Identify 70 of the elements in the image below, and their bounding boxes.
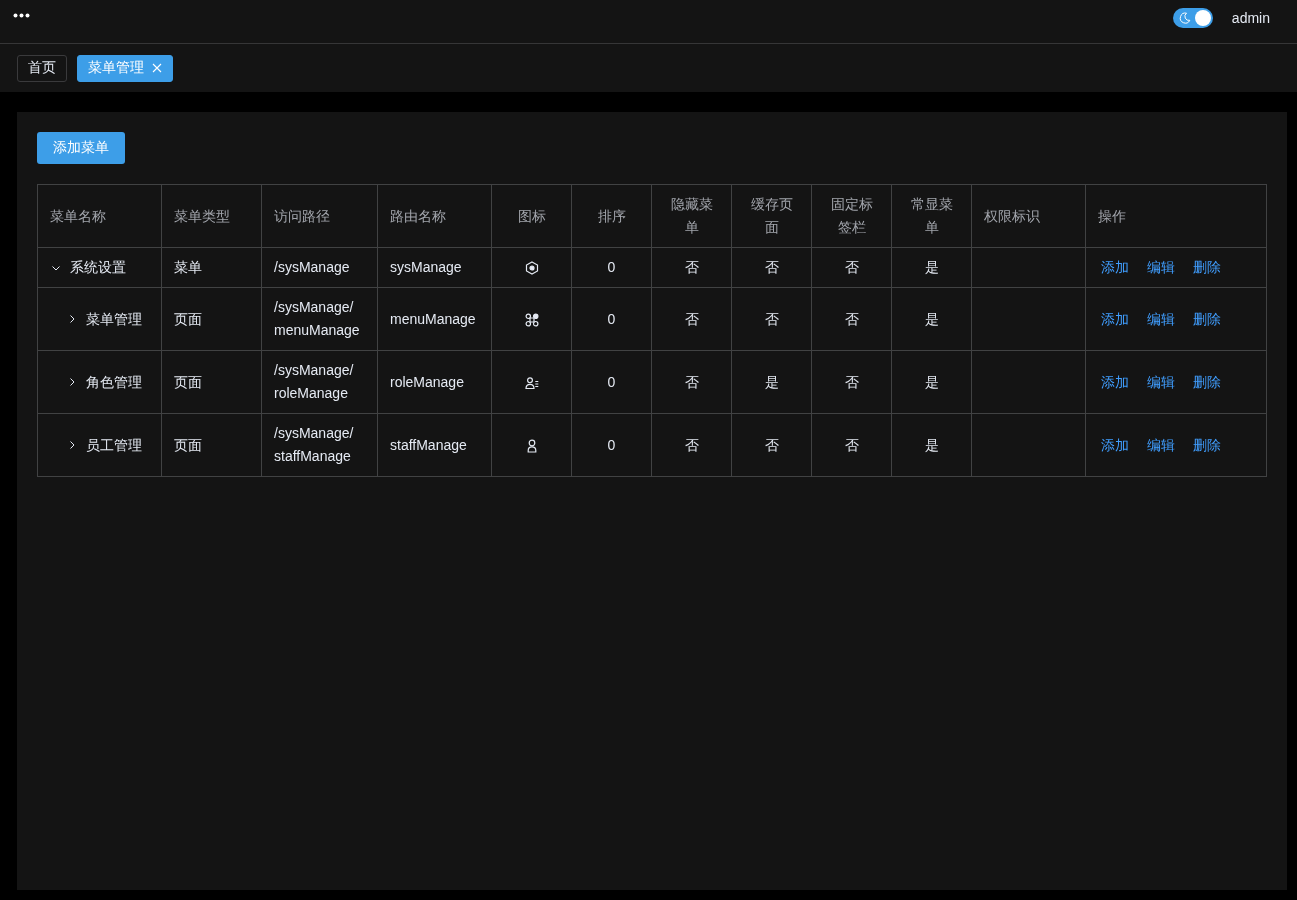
action-link[interactable]: 添加 — [1101, 307, 1129, 331]
column-header: 路由名称 — [377, 184, 492, 248]
action-link[interactable]: 删除 — [1193, 433, 1221, 457]
table-cell: 0 — [571, 350, 652, 414]
table-cell: 否 — [811, 287, 892, 351]
user-list-icon — [524, 375, 539, 390]
table-cell: 是 — [891, 247, 972, 288]
column-header: 操作 — [1085, 184, 1267, 248]
switch-knob[interactable] — [1194, 10, 1211, 26]
table-cell: 否 — [731, 287, 812, 351]
table-cell: 是 — [891, 413, 972, 477]
hexagon-icon — [524, 261, 539, 276]
table-cell: sysManage — [377, 247, 492, 288]
column-header: 菜单类型 — [161, 184, 262, 248]
more-icon[interactable] — [13, 13, 30, 18]
column-header: 权限标识 — [971, 184, 1086, 248]
table-cell: /sysManage — [261, 247, 378, 288]
table-cell: 是 — [891, 287, 972, 351]
table-cell: 否 — [811, 413, 892, 477]
table-cell: 否 — [651, 350, 732, 414]
table-cell: 否 — [731, 247, 812, 288]
theme-switch[interactable] — [1172, 8, 1213, 28]
table-cell: 页面 — [161, 413, 262, 477]
menu-name: 角色管理 — [86, 372, 142, 392]
column-header: 隐藏菜单 — [651, 184, 732, 248]
moon-icon — [1178, 12, 1191, 24]
column-header: 菜单名称 — [37, 184, 162, 248]
table-cell: /sysManage/menuManage — [261, 287, 378, 351]
menu-name: 系统设置 — [70, 258, 126, 277]
column-header: 固定标签栏 — [811, 184, 892, 248]
table-cell: 0 — [571, 287, 652, 351]
close-icon[interactable] — [152, 63, 162, 73]
table-cell: 否 — [811, 350, 892, 414]
table-cell: 否 — [651, 287, 732, 351]
menu-name: 菜单管理 — [86, 309, 142, 329]
table-cell: staffManage — [377, 413, 492, 477]
table-cell: 页面 — [161, 287, 262, 351]
table-cell: 否 — [811, 247, 892, 288]
action-link[interactable]: 编辑 — [1147, 256, 1175, 279]
column-header: 图标 — [491, 184, 572, 248]
action-link[interactable]: 删除 — [1193, 256, 1221, 279]
menu-name: 员工管理 — [86, 435, 142, 455]
action-link[interactable]: 编辑 — [1147, 370, 1175, 394]
action-link[interactable]: 删除 — [1193, 370, 1221, 394]
table-cell: 页面 — [161, 350, 262, 414]
column-header: 访问路径 — [261, 184, 378, 248]
column-header: 常显菜单 — [891, 184, 972, 248]
table-cell: roleManage — [377, 350, 492, 414]
table-cell: /sysManage/roleManage — [261, 350, 378, 414]
table-cell: menuManage — [377, 287, 492, 351]
action-link[interactable]: 添加 — [1101, 256, 1129, 279]
column-header: 排序 — [571, 184, 652, 248]
table-cell: 菜单 — [161, 247, 262, 288]
action-link[interactable]: 删除 — [1193, 307, 1221, 331]
table-cell: 否 — [651, 247, 732, 288]
column-header: 缓存页面 — [731, 184, 812, 248]
table-cell: 0 — [571, 247, 652, 288]
table-cell: 是 — [731, 350, 812, 414]
table-cell: /sysManage/staffManage — [261, 413, 378, 477]
user-name[interactable]: admin — [1231, 8, 1270, 28]
table-cell: 否 — [731, 413, 812, 477]
table-cell: 否 — [651, 413, 732, 477]
action-link[interactable]: 添加 — [1101, 433, 1129, 457]
action-link[interactable]: 添加 — [1101, 370, 1129, 394]
page-tab[interactable]: 首页 — [17, 54, 67, 82]
command-icon — [524, 312, 539, 327]
table-cell: 是 — [891, 350, 972, 414]
table-cell: 0 — [571, 413, 652, 477]
action-link[interactable]: 编辑 — [1147, 433, 1175, 457]
action-link[interactable]: 编辑 — [1147, 307, 1175, 331]
